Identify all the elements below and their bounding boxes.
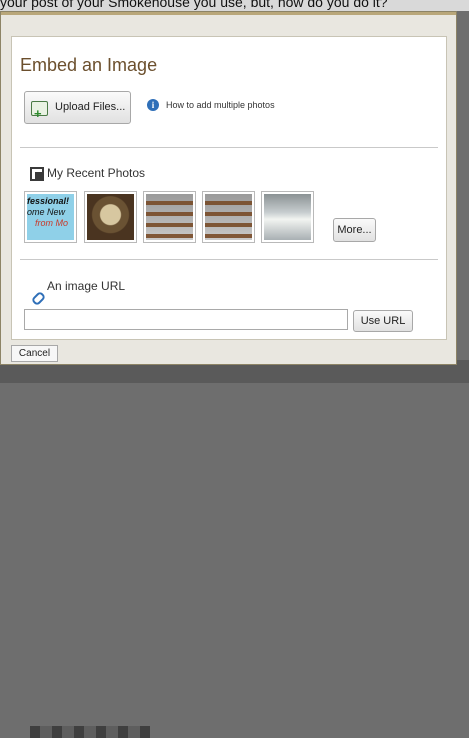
thumbnail-image [146,194,193,240]
photo-thumbnail[interactable] [261,191,314,243]
dialog-title: Embed an Image [20,55,158,75]
upload-files-button[interactable]: Upload Files... [24,91,131,129]
thumbnail-text: ome New [27,207,66,217]
thumbnail-image: fessional! ome New from Mo [27,194,74,240]
help-link-multiple-photos[interactable]: How to add multiple photos [166,100,275,110]
embed-image-dialog: Embed an Image Upload Files... i How to … [0,11,457,365]
photo-thumbnail[interactable] [202,191,255,243]
separator [20,147,438,148]
dialog-content-panel: Embed an Image Upload Files... i How to … [11,36,447,340]
thumbnail-image [205,194,252,240]
photo-thumbnail[interactable] [84,191,137,243]
upload-icon [31,98,48,129]
thumbnail-text: fessional! [27,196,70,206]
link-icon [30,290,47,307]
thumbnail-image [87,194,134,240]
image-url-input[interactable] [24,309,348,330]
photos-icon [30,167,44,181]
cancel-button[interactable]: Cancel [11,345,58,362]
more-photos-button[interactable]: More... [333,218,376,242]
image-url-label: An image URL [47,279,126,293]
use-url-button[interactable]: Use URL [353,310,413,332]
upload-files-label: Upload Files... [55,101,126,113]
background-post-text: your post of your Smokehouse you use, bu… [0,0,469,11]
photo-thumbnail[interactable]: fessional! ome New from Mo [24,191,77,243]
thumbnail-text: from Mo [35,218,69,228]
recent-photos-label: My Recent Photos [47,166,146,180]
photo-thumbnail[interactable] [143,191,196,243]
info-icon: i [147,99,159,111]
background-toolbar-icons [30,726,150,738]
thumbnail-image [264,194,311,240]
separator [20,259,438,260]
